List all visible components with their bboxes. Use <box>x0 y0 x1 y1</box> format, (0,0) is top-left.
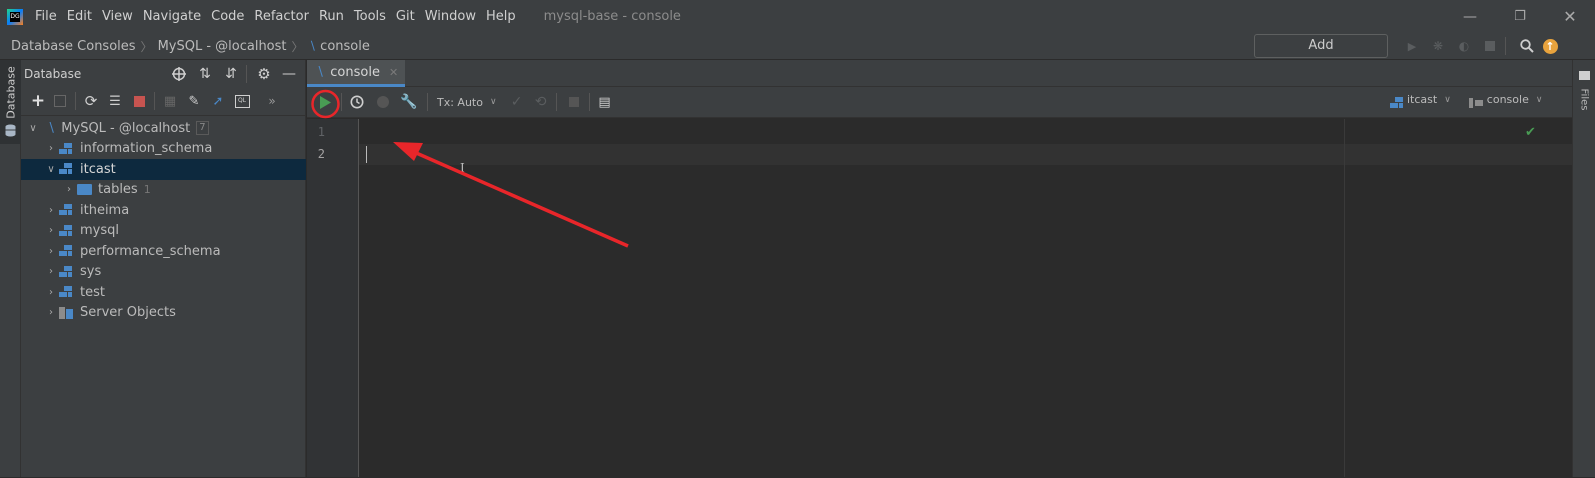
annotation-arrow-line <box>413 150 629 248</box>
annotation-arrow-head <box>393 142 423 161</box>
annotation-circle <box>311 89 340 119</box>
annotation-overlay <box>311 89 629 248</box>
